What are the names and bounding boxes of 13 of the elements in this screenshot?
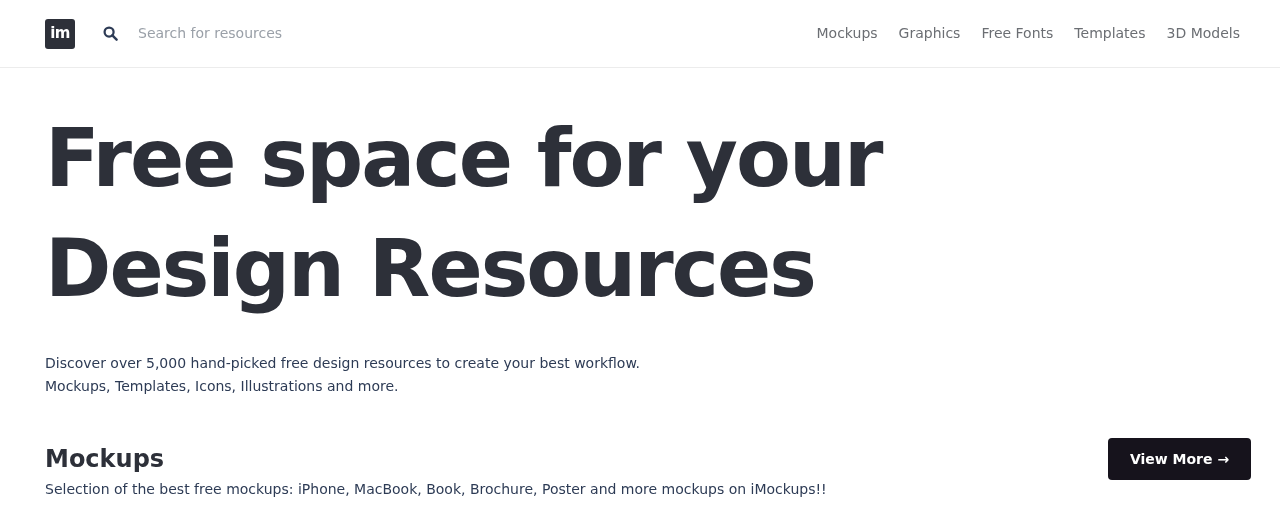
section-description: Selection of the best free mockups: iPhone, MacBook, Book, Brochure, Poster and more mockups on iMockups!! [45, 480, 828, 498]
nav-link[interactable]: Free Fonts [981, 23, 1054, 44]
nav-link[interactable]: Graphics [898, 23, 961, 44]
search-field[interactable]: Search for resources [138, 23, 438, 44]
section-title: Mockups [45, 444, 165, 475]
search-icon [103, 26, 118, 41]
nav-link[interactable]: Mockups [816, 23, 878, 44]
logo[interactable]: im [45, 18, 75, 49]
view-more-button[interactable]: View More → [1108, 438, 1251, 480]
hero-description: Discover over 5,000 hand-picked free design resources to create your best workflow. Mockups, Templates, Icons, Illustrations and more. [45, 354, 641, 396]
nav-link[interactable]: 3D Models [1166, 23, 1240, 44]
nav-link[interactable]: Templates [1074, 23, 1146, 44]
hero-title: Free space for your Design Resources [45, 111, 884, 317]
